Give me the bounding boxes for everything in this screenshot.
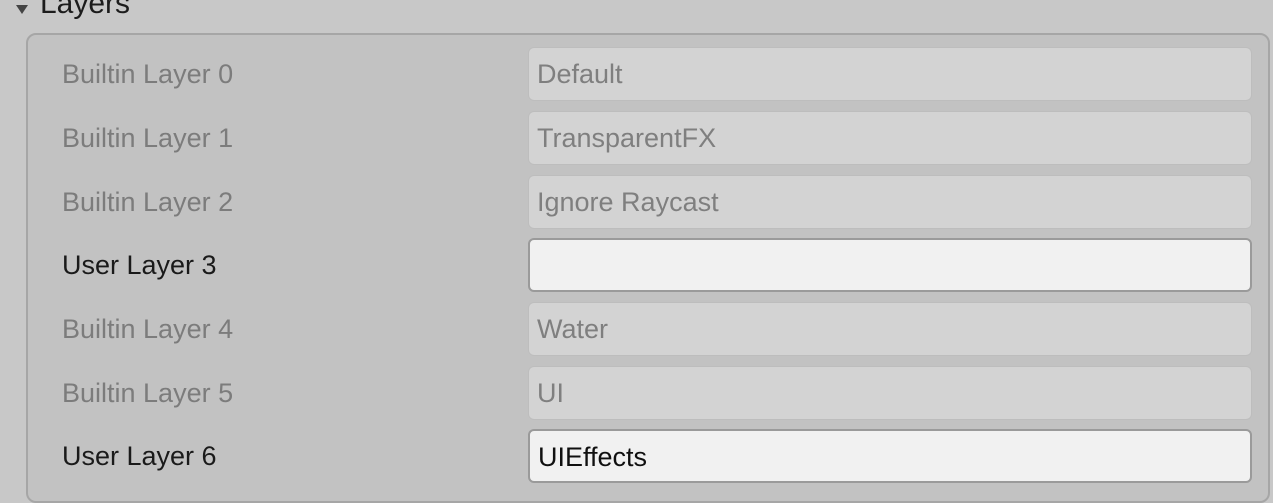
layer-row-3: User Layer 3 [28,238,1268,292]
layer-row-2: Builtin Layer 2 Ignore Raycast [28,175,1268,229]
layers-panel: Builtin Layer 0 Default Builtin Layer 1 … [26,33,1270,503]
layer-row-5: Builtin Layer 5 UI [28,366,1268,420]
layer-name-field-builtin-5: UI [528,366,1252,420]
layer-label-builtin-2: Builtin Layer 2 [62,187,234,217]
layer-label-user-6: User Layer 6 [62,441,217,471]
layer-row-6: User Layer 6 UIEffects [28,429,1268,483]
layer-label-builtin-0: Builtin Layer 0 [62,59,234,89]
layer-label-builtin-5: Builtin Layer 5 [62,378,234,408]
layer-name-field-builtin-4: Water [528,302,1252,356]
layer-name-field-user-3[interactable] [528,238,1252,292]
section-title: Layers [40,0,131,20]
layers-section-header[interactable]: Layers [0,0,130,24]
layer-row-1: Builtin Layer 1 TransparentFX [28,111,1268,165]
layer-name-field-builtin-0: Default [528,47,1252,101]
layer-name-field-builtin-2: Ignore Raycast [528,175,1252,229]
foldout-arrow-icon[interactable] [16,4,28,14]
layer-name-field-builtin-1: TransparentFX [528,111,1252,165]
layer-label-builtin-1: Builtin Layer 1 [62,123,234,153]
layer-row-0: Builtin Layer 0 Default [28,47,1268,101]
layer-label-user-3: User Layer 3 [62,250,217,280]
layer-label-builtin-4: Builtin Layer 4 [62,314,234,344]
layer-name-field-user-6[interactable]: UIEffects [528,429,1252,483]
layer-row-4: Builtin Layer 4 Water [28,302,1268,356]
